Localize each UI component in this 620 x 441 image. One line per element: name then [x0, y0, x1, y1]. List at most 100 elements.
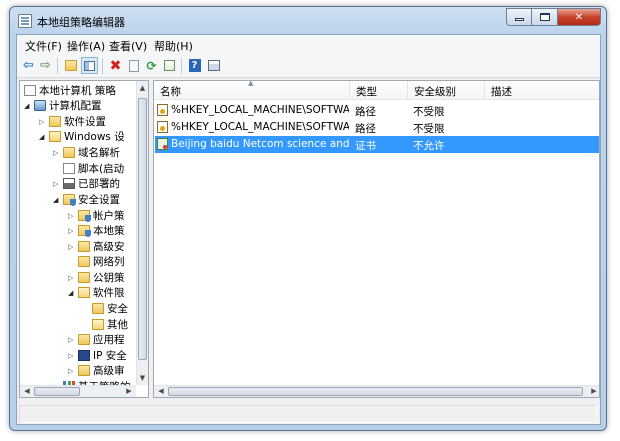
column-header-security-level[interactable]: 安全级别: [408, 81, 485, 100]
list-row-selected[interactable]: Beijing baidu Netcom science and te... 证…: [155, 136, 599, 153]
tree-node[interactable]: ▷ 高级审: [68, 363, 125, 378]
scroll-right-icon[interactable]: ▶: [122, 386, 136, 397]
scroll-right-icon[interactable]: ▶: [587, 386, 599, 397]
column-header-description[interactable]: 描述: [485, 81, 599, 100]
collapsed-arrow-icon[interactable]: ▷: [68, 243, 76, 251]
tree-node-label: 软件设置: [64, 116, 106, 128]
menu-view[interactable]: 查看(V): [109, 38, 147, 54]
details-pane[interactable]: ▲ 名称 类型 安全级别 描述 %HKEY_LOCAL_MACHINE\SOFT…: [153, 80, 600, 398]
tree-node[interactable]: ◢ 安全设置: [53, 192, 120, 207]
cell-type: 路径: [355, 106, 376, 118]
tree-node[interactable]: ▷ IP 安全: [68, 348, 127, 363]
forward-button[interactable]: ⇨: [37, 57, 54, 74]
forward-arrow-icon: ⇨: [40, 58, 51, 73]
menu-help[interactable]: 帮助(H): [154, 38, 193, 54]
column-header-name[interactable]: ▲ 名称: [154, 81, 350, 100]
tree-node[interactable]: 其他: [82, 317, 128, 332]
column-header-type[interactable]: 类型: [350, 81, 408, 100]
console-view-button[interactable]: [205, 57, 222, 74]
minimize-button[interactable]: [506, 8, 532, 26]
path-rule-icon: [157, 104, 168, 116]
help-button[interactable]: ?: [186, 57, 203, 74]
collapsed-arrow-icon[interactable]: ▷: [68, 227, 76, 235]
collapsed-arrow-icon[interactable]: ▷: [68, 274, 76, 282]
tree-node[interactable]: ▷ 域名解析: [53, 145, 120, 160]
menu-file[interactable]: 文件(F): [25, 38, 62, 54]
tree-vertical-scrollbar[interactable]: ▲ ▼: [136, 81, 148, 385]
properties-button[interactable]: [125, 57, 142, 74]
sort-ascending-icon: ▲: [248, 80, 254, 87]
tree-node[interactable]: 脚本(启动: [53, 161, 124, 176]
close-button[interactable]: ✕: [558, 8, 601, 26]
menu-action[interactable]: 操作(A): [67, 38, 105, 54]
expanded-arrow-icon[interactable]: ◢: [39, 133, 47, 141]
tree-node[interactable]: ▷ 公钥策: [68, 270, 125, 285]
folder-icon: [92, 319, 104, 330]
export-list-button[interactable]: [161, 57, 178, 74]
scroll-thumb[interactable]: [34, 387, 80, 396]
collapsed-arrow-icon[interactable]: ▷: [68, 336, 76, 344]
tree-node[interactable]: ◢ 计算机配置: [24, 98, 102, 113]
tree-node[interactable]: ◢ Windows 设: [39, 129, 125, 144]
tree-node-label: 脚本(启动: [78, 163, 125, 175]
cell-security-level: 不受限: [413, 106, 445, 118]
collapsed-arrow-icon[interactable]: ▷: [53, 180, 61, 188]
scroll-down-icon[interactable]: ▼: [137, 371, 148, 385]
document-icon: [24, 85, 36, 96]
collapsed-arrow-icon[interactable]: ▷: [53, 149, 61, 157]
tree-node[interactable]: ▷ 软件设置: [39, 114, 106, 129]
tree-horizontal-scrollbar[interactable]: ◀ ▶: [20, 385, 136, 397]
refresh-button[interactable]: ⟳: [143, 57, 160, 74]
expanded-arrow-icon[interactable]: ◢: [24, 102, 32, 110]
up-level-button[interactable]: [62, 57, 79, 74]
delete-button[interactable]: ✖: [107, 57, 124, 74]
tree-node[interactable]: ▷ 帐户策: [68, 208, 125, 223]
list-row[interactable]: %HKEY_LOCAL_MACHINE\SOFTWAR... 路径 不受限: [155, 119, 599, 136]
collapsed-arrow-icon[interactable]: ▷: [68, 352, 76, 360]
maximize-icon: [539, 13, 550, 21]
delete-icon: ✖: [109, 57, 122, 74]
help-icon: ?: [188, 59, 201, 72]
column-header-label: 名称: [160, 86, 181, 98]
maximize-button[interactable]: [532, 8, 558, 26]
title-bar[interactable]: 本地组策略编辑器 ✕: [10, 7, 606, 34]
tree-node[interactable]: 安全: [82, 301, 128, 316]
tree-node[interactable]: ▷ 本地策: [68, 223, 125, 238]
folder-icon: [78, 334, 90, 345]
collapsed-arrow-icon[interactable]: ▷: [68, 212, 76, 220]
cell-type: 证书: [355, 140, 376, 152]
expanded-arrow-icon[interactable]: ◢: [68, 289, 76, 297]
show-hide-tree-button[interactable]: [81, 57, 98, 74]
scroll-up-icon[interactable]: ▲: [137, 81, 148, 95]
folder-icon: [78, 256, 90, 267]
list-row[interactable]: %HKEY_LOCAL_MACHINE\SOFTWAR... 路径 不受限: [155, 102, 599, 119]
back-button[interactable]: ⇦: [20, 57, 37, 74]
scroll-left-icon[interactable]: ◀: [154, 386, 168, 397]
column-header-label: 描述: [491, 86, 512, 98]
scroll-left-icon[interactable]: ◀: [20, 386, 34, 397]
collapsed-arrow-icon[interactable]: ▷: [39, 118, 47, 126]
tree-node[interactable]: ▷ 已部署的: [53, 176, 120, 191]
tree-node[interactable]: 本地计算机 策略: [22, 83, 116, 98]
tree-pane[interactable]: 本地计算机 策略 ◢ 计算机配置 ▷ 软件设置 ◢ Windows 设 ▷ 域名…: [19, 80, 149, 398]
tree-node[interactable]: ▷ 应用程: [68, 332, 125, 347]
collapsed-arrow-icon[interactable]: ▷: [68, 367, 76, 375]
column-header-label: 类型: [356, 86, 377, 98]
tree-node[interactable]: ▷ 高级安: [68, 239, 125, 254]
scroll-thumb[interactable]: [138, 98, 147, 360]
expanded-arrow-icon[interactable]: ◢: [53, 196, 61, 204]
tree-node[interactable]: 网络列: [68, 254, 125, 269]
tree-node-label: 公钥策: [93, 272, 125, 284]
script-icon: [63, 163, 75, 174]
tree-node[interactable]: ◢ 软件限: [68, 285, 125, 300]
tree-node-label: IP 安全: [93, 350, 127, 362]
scroll-thumb[interactable]: [168, 387, 583, 396]
toolbar: ⇦ ⇨ ✖ ⟳ ?: [17, 54, 600, 78]
list-horizontal-scrollbar[interactable]: ◀ ▶: [154, 385, 599, 397]
cell-name: %HKEY_LOCAL_MACHINE\SOFTWAR...: [171, 104, 349, 116]
folder-icon: [78, 365, 90, 376]
folder-icon: [49, 131, 61, 142]
computer-icon: [34, 100, 46, 111]
console-view-icon: [207, 60, 220, 71]
status-bar: [17, 401, 600, 424]
